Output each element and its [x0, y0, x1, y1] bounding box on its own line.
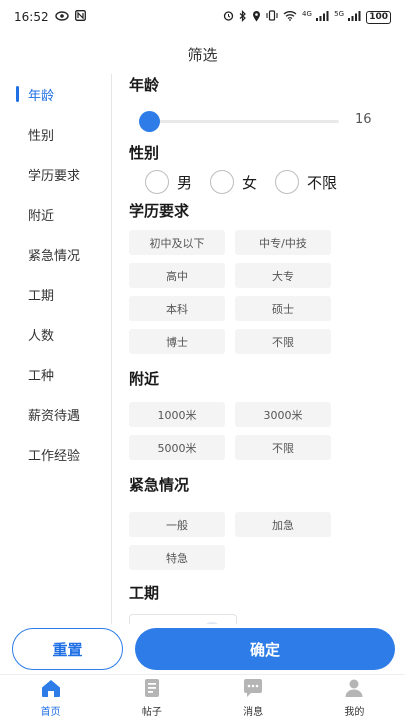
filter-panel: 年龄 16 性别 男 女 不限 学历要求 初中及以下 中专/中技 高中 大专 本…: [112, 74, 405, 624]
age-slider-track[interactable]: [149, 120, 339, 123]
section-title-gender: 性别: [129, 144, 160, 162]
radio-icon[interactable]: [275, 170, 300, 194]
tab-messages[interactable]: 消息: [213, 678, 293, 718]
gender-option-male[interactable]: 男: [145, 170, 192, 194]
sidebar-item-label: 学历要求: [28, 168, 81, 184]
wifi-icon: [283, 10, 297, 24]
eye-icon: [54, 10, 69, 24]
profile-icon: [343, 678, 365, 701]
duration-input[interactable]: [129, 614, 237, 624]
radio-icon[interactable]: [210, 170, 235, 194]
message-icon: [242, 678, 264, 701]
gender-options: 男 女 不限: [129, 164, 405, 200]
nfc-icon: [74, 10, 86, 24]
sidebar-item-gender[interactable]: 性别: [0, 114, 111, 154]
education-options: 初中及以下 中专/中技 高中 大专 本科 硕士 博士 不限: [129, 222, 405, 354]
education-chip[interactable]: 硕士: [235, 296, 331, 321]
status-time: 16:52: [14, 10, 49, 24]
radio-label: 男: [177, 173, 193, 192]
vibrate-icon: [266, 10, 278, 24]
tab-label: 我的: [344, 706, 365, 718]
section-title-urgency: 紧急情况: [129, 476, 190, 494]
tab-home[interactable]: 首页: [11, 678, 91, 718]
sidebar-item-label: 工作经验: [28, 448, 81, 464]
confirm-button[interactable]: 确定: [135, 628, 395, 670]
urgency-chip[interactable]: 一般: [129, 512, 225, 537]
filter-sidebar: 年龄 性别 学历要求 附近 紧急情况 工期 人数 工种 薪资待遇 工作经验: [0, 74, 112, 624]
sidebar-item-label: 工种: [28, 368, 55, 384]
education-chip[interactable]: 本科: [129, 296, 225, 321]
sidebar-item-nearby[interactable]: 附近: [0, 194, 111, 234]
sidebar-item-education[interactable]: 学历要求: [0, 154, 111, 194]
tab-label: 首页: [40, 706, 61, 718]
sidebar-item-label: 人数: [28, 328, 55, 344]
tab-profile[interactable]: 我的: [314, 678, 394, 718]
nearby-chip[interactable]: 3000米: [235, 402, 331, 427]
alarm-icon: [223, 10, 234, 24]
sidebar-item-job-type[interactable]: 工种: [0, 354, 111, 394]
education-chip[interactable]: 初中及以下: [129, 230, 225, 255]
education-chip[interactable]: 中专/中技: [235, 230, 331, 255]
bottom-tab-bar: 首页 帖子 消息 我的: [0, 674, 405, 720]
age-slider-thumb[interactable]: [139, 111, 160, 132]
signal-icon-2: 5G: [334, 10, 361, 24]
status-bar: 16:52 4G 5G 100: [0, 0, 405, 34]
section-title-nearby: 附近: [129, 370, 160, 388]
gender-option-any[interactable]: 不限: [275, 170, 337, 194]
sidebar-item-label: 薪资待遇: [28, 408, 81, 424]
tab-label: 消息: [243, 706, 264, 718]
nearby-chip[interactable]: 1000米: [129, 402, 225, 427]
sidebar-item-label: 附近: [28, 208, 55, 224]
urgency-chip[interactable]: 加急: [235, 512, 331, 537]
posts-icon: [141, 678, 163, 701]
sidebar-item-urgency[interactable]: 紧急情况: [0, 234, 111, 274]
education-chip[interactable]: 高中: [129, 263, 225, 288]
radio-label: 女: [242, 173, 258, 192]
sidebar-item-age[interactable]: 年龄: [0, 74, 111, 114]
section-title-age: 年龄: [129, 76, 160, 94]
sidebar-item-label: 年龄: [28, 88, 55, 104]
sidebar-item-salary[interactable]: 薪资待遇: [0, 394, 111, 434]
gender-option-female[interactable]: 女: [210, 170, 257, 194]
tab-posts[interactable]: 帖子: [112, 678, 192, 718]
sidebar-item-label: 工期: [28, 288, 55, 304]
radio-label: 不限: [307, 173, 338, 192]
battery-icon: 100: [366, 10, 391, 24]
section-title-education: 学历要求: [129, 202, 190, 220]
sidebar-item-duration[interactable]: 工期: [0, 274, 111, 314]
education-chip[interactable]: 博士: [129, 329, 225, 354]
nearby-options: 1000米 3000米 5000米 不限: [129, 390, 405, 460]
nearby-chip[interactable]: 5000米: [129, 435, 225, 460]
reset-button[interactable]: 重置: [12, 628, 123, 670]
sidebar-item-headcount[interactable]: 人数: [0, 314, 111, 354]
sidebar-item-label: 性别: [28, 128, 55, 144]
bluetooth-icon: [239, 9, 247, 25]
education-chip[interactable]: 不限: [235, 329, 331, 354]
urgency-options: 一般 加急 特急: [129, 496, 405, 570]
page-title: 筛选: [187, 45, 218, 64]
age-slider[interactable]: 16: [129, 96, 405, 142]
nearby-chip[interactable]: 不限: [235, 435, 331, 460]
section-title-duration: 工期: [129, 584, 160, 602]
urgency-chip[interactable]: 特急: [129, 545, 225, 570]
education-chip[interactable]: 大专: [235, 263, 331, 288]
tab-label: 帖子: [141, 706, 162, 718]
location-icon: [252, 10, 261, 25]
page-header: 筛选: [0, 34, 405, 74]
sidebar-item-experience[interactable]: 工作经验: [0, 434, 111, 474]
home-icon: [40, 678, 62, 701]
radio-icon[interactable]: [145, 170, 169, 194]
age-value: 16: [355, 112, 372, 127]
sidebar-item-label: 紧急情况: [28, 248, 81, 264]
signal-icon: 4G: [302, 10, 329, 24]
